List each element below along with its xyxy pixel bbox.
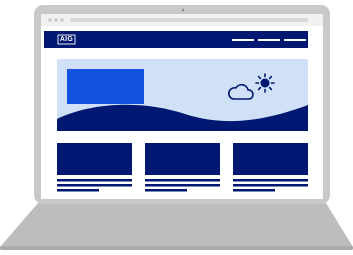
laptop-base-edge [0, 246, 353, 250]
nav-link-1[interactable] [232, 39, 254, 41]
card-3-text-line-1 [233, 179, 308, 182]
card-image-3[interactable] [233, 143, 308, 175]
card-3-text-line-2 [233, 184, 308, 187]
nav-link-3[interactable] [284, 39, 306, 41]
card-image-1[interactable] [57, 143, 132, 175]
site-logo[interactable]: AIG [58, 35, 75, 44]
card-1-text-line-1 [57, 179, 132, 182]
card-2-text-line-2 [145, 184, 220, 187]
laptop-base [0, 203, 353, 247]
window-dot-3 [60, 18, 64, 22]
address-bar [70, 18, 308, 22]
sun-icon [255, 73, 275, 93]
nav-link-2[interactable] [258, 39, 280, 41]
webcam-dot [181, 8, 185, 12]
card-1-text-line-2 [57, 184, 132, 187]
card-image-2[interactable] [145, 143, 220, 175]
window-dot-1 [48, 18, 52, 22]
window-dot-2 [54, 18, 58, 22]
card-1-text-line-3 [57, 189, 99, 192]
card-2-text-line-3 [145, 189, 187, 192]
hero-text-block [67, 69, 144, 104]
laptop-illustration: AIG [0, 0, 353, 255]
laptop-drawing [0, 5, 353, 250]
card-2-text-line-1 [145, 179, 220, 182]
card-3-text-line-3 [233, 189, 275, 192]
